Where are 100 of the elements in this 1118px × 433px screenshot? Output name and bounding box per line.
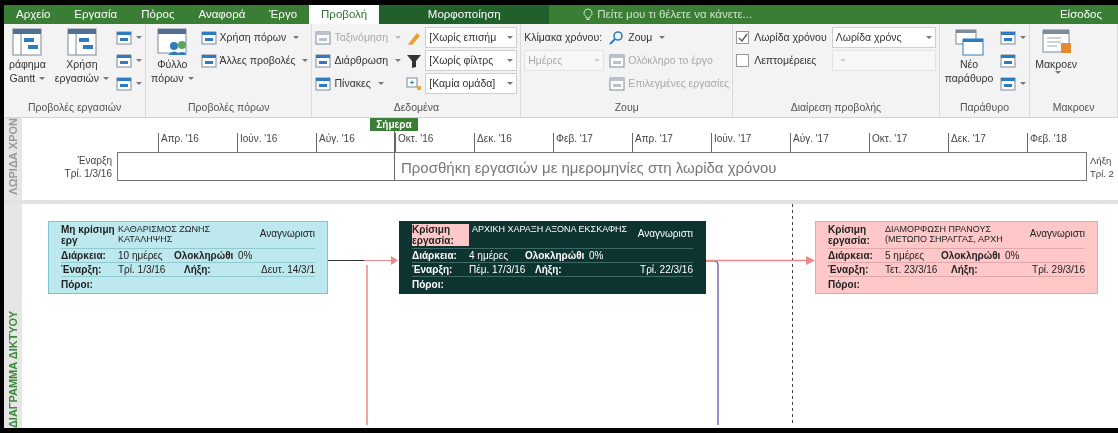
task-name: ΑΡΧΙΚΗ ΧΑΡΑΞΗ ΑΞΟΝΑ ΕΚΣΚΑΦΗΣ xyxy=(472,224,629,234)
ribbon-button[interactable]: Πίνακες xyxy=(315,73,402,94)
field-value: 5 ημέρες xyxy=(885,250,926,261)
ribbon-tab[interactable]: Έργο xyxy=(257,5,310,24)
lightbulb-icon xyxy=(583,8,594,21)
ribbon-button[interactable]: Νέο παράθυρο xyxy=(942,27,996,85)
field-label: Έναρξη: xyxy=(828,264,870,275)
search-icon xyxy=(609,29,626,46)
ribbon-button[interactable]: Άλλες προβολές xyxy=(200,50,309,71)
finish-label: Λήξη xyxy=(1090,154,1113,167)
field-label: Αναγνωριστι xyxy=(1028,227,1085,239)
ribbon-tab[interactable]: Εργασία xyxy=(62,5,130,24)
field-value: 4 ημέρες xyxy=(469,250,510,261)
field-label: Ολοκληρώθι xyxy=(525,250,586,261)
caret-icon xyxy=(507,82,514,85)
dropdown-field[interactable]: [Καμία ομάδα] xyxy=(425,73,518,94)
ribbon-tab[interactable]: Πόρος xyxy=(129,5,187,24)
ribbon-button[interactable]: Ζουμ xyxy=(609,27,730,48)
field-label: Αναγνωριστι xyxy=(258,227,315,239)
group-label: Προβολές πόρων xyxy=(187,100,271,115)
filter-icon xyxy=(406,52,423,69)
view-icon xyxy=(1000,75,1017,92)
caret-icon xyxy=(925,36,932,39)
start-label: Έναρξη xyxy=(77,154,112,167)
ribbon-tab[interactable]: Αρχείο xyxy=(4,5,63,24)
view-icon xyxy=(116,52,133,69)
task-node[interactable]: Κρίσιμη εργασία: ΑΡΧΙΚΗ ΧΑΡΑΞΗ ΑΞΟΝΑ ΕΚΣΚΑΦΗΣ Αναγνωριστι Διάρκεια: 4 ημέρες Ολοκληρώθι 0% Έναρξη: Πέμ. 17/3/16 Λήξη: Τρί. 22/3/16 Πόροι: xyxy=(399,221,706,294)
sign-in-link[interactable]: Είσοδος xyxy=(1059,5,1102,24)
field-label: Λήξη: xyxy=(184,264,212,275)
ribbon-tab[interactable]: Μορφοποίηση xyxy=(379,5,550,24)
field-label: Πόροι: xyxy=(61,279,93,290)
ribbon-button[interactable]: Μακροεν xyxy=(1033,27,1080,74)
view-icon xyxy=(157,27,188,57)
ribbon-tab[interactable]: Προβολή xyxy=(309,5,380,24)
field-label: Πόροι: xyxy=(828,279,860,290)
caret-icon xyxy=(839,59,846,62)
view-icon xyxy=(315,75,332,92)
view-icon xyxy=(953,27,984,57)
checkbox-label[interactable]: Λωρίδα χρόνου xyxy=(754,29,827,46)
field-label: Έναρξη: xyxy=(412,264,454,275)
field-value: 0% xyxy=(238,250,253,261)
field-label: Αναγνωριστι xyxy=(636,227,693,239)
timeline-bar[interactable] xyxy=(117,152,1087,181)
side-label: ΔΙΑΓΡΑΜΜΑ ΔΙΚΤΥΟΥ xyxy=(5,310,20,428)
field-value: Πέμ. 17/3/16 xyxy=(469,264,527,275)
view-icon xyxy=(609,52,626,69)
finish-date: Τρί. 2 xyxy=(1090,167,1114,180)
ribbon-button[interactable]: Φύλλο πόρων xyxy=(149,27,196,85)
view-icon xyxy=(315,52,332,69)
group-icon xyxy=(406,75,423,92)
field-label: Λήξη: xyxy=(951,264,979,275)
ribbon-button[interactable]: Χρήση πόρων xyxy=(200,27,309,48)
field-label: Πόροι: xyxy=(412,279,444,290)
field-label: Κλίμακα χρόνου: xyxy=(524,29,604,45)
dropdown-field[interactable]: [Χωρίς φίλτρς xyxy=(425,50,518,71)
group-label: Παράθυρο xyxy=(958,100,1010,115)
field-value: 0% xyxy=(589,250,604,261)
today-line xyxy=(394,131,395,181)
task-node[interactable]: Κρίσιμη εργασία: ΔΙΑΜΟΡΦΩΣΗ ΠΡΑΝΟΥΣ (ΜΕΤΩΠΟ ΣΗΡΑΓΓΑΣ, ΑΡΧΗ Αναγνωριστι Διάρκεια: 5 ημέρες Ολοκληρώθι 0% Έναρξη: Τετ. 23/3/16 Λήξη: Τρί. 29/3/16 Πόροι: xyxy=(815,221,1098,294)
connector-arrow xyxy=(328,256,398,265)
ribbon-tab[interactable]: Αναφορά xyxy=(186,5,258,24)
checkbox-label[interactable]: Λεπτομέρειες xyxy=(754,52,817,69)
view-icon xyxy=(1000,29,1017,46)
view-icon xyxy=(66,27,97,57)
field-value: Τρί. 1/3/16 xyxy=(118,264,167,275)
field-label: Λήξη: xyxy=(535,264,563,275)
field-label: Διάρκεια: xyxy=(412,250,458,261)
field-value: 10 ημέρες xyxy=(118,250,164,261)
field-label: Κρίσιμη εργασία: xyxy=(828,224,871,246)
group-label: Προβολές εργασιών xyxy=(26,100,123,115)
group-label: Ζουμ xyxy=(613,100,640,115)
side-label: ΛΩΡΙΔΑ ΧΡΟΝ xyxy=(5,118,20,195)
dropdown-field[interactable]: Λωρίδα χρόνς xyxy=(831,27,936,48)
task-node[interactable]: Μη κρίσιμη εργ ΚΑΘΑΡΙΣΜΟΣ ΖΩΝΗΣ ΚΑΤΑΛΗΨΗΣ Αναγνωριστι Διάρκεια: 10 ημέρες Ολοκληρώθι 0% Έναρξη: Τρί. 1/3/16 Λήξη: Δευτ. 14/3/1 Πόροι: xyxy=(48,221,328,294)
check-icon xyxy=(737,33,748,42)
task-name: ΚΑΘΑΡΙΣΜΟΣ ΖΩΝΗΣ ΚΑΤΑΛΗΨΗΣ xyxy=(118,224,212,244)
caret-icon xyxy=(594,59,601,62)
checkbox[interactable] xyxy=(736,31,750,44)
checkbox[interactable] xyxy=(736,54,750,67)
timeline-hint: Προσθήκη εργασιών με ημερομηνίες στη λωρίδα χρόνου xyxy=(401,158,777,178)
group-label: Μακροεν xyxy=(1051,100,1096,115)
dropdown-field[interactable]: [Χωρίς επισήμ xyxy=(425,27,518,48)
ribbon-button[interactable]: Χρήση εργασιών xyxy=(52,27,112,85)
caret-icon xyxy=(507,59,514,62)
today-label: Σήμερα xyxy=(370,118,418,131)
group-label: Δεδομένα xyxy=(392,100,441,115)
field-label: Μη κρίσιμη εργ xyxy=(61,224,116,246)
tell-me-field[interactable]: Πείτε μου τι θέλετε να κάνετε... xyxy=(583,5,753,24)
ribbon-button[interactable]: ράφημα Gantt xyxy=(7,27,48,85)
field-label: Ολοκληρώθι xyxy=(174,250,235,261)
view-icon xyxy=(116,29,133,46)
view-icon xyxy=(609,75,626,92)
view-icon xyxy=(116,75,133,92)
field-label: Έναρξη: xyxy=(61,264,103,275)
field-label: Ολοκληρώθι xyxy=(941,250,1002,261)
group-label: Διαίρεση προβολής xyxy=(789,100,883,115)
field-value: Τετ. 23/3/16 xyxy=(885,264,939,275)
ribbon-button[interactable]: Διάρθρωση xyxy=(315,50,402,71)
field-label: Διάρκεια: xyxy=(828,250,874,261)
view-icon xyxy=(12,27,43,57)
